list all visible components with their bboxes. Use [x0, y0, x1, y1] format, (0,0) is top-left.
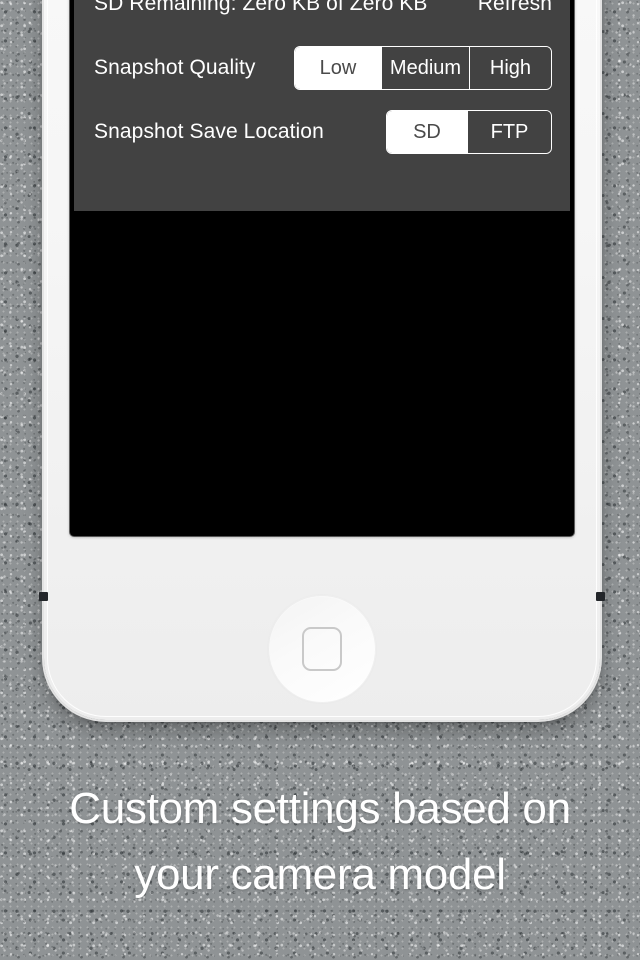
sd-remaining-text: SD Remaining: Zero KB of Zero KB — [94, 0, 428, 15]
sd-remaining-row: SD Remaining: Zero KB of Zero KB Refresh — [74, 0, 570, 37]
refresh-button[interactable]: Refresh — [478, 0, 552, 17]
save-location-option-sd[interactable]: SD — [387, 111, 467, 153]
snapshot-save-location-row: Snapshot Save Location SD FTP — [74, 99, 570, 165]
snapshot-save-location-segmented-control[interactable]: SD FTP — [386, 110, 552, 154]
snapshot-quality-segmented-control[interactable]: Low Medium High — [294, 46, 552, 90]
phone-device: Snapshot Video Record Snapshot In — [39, 0, 605, 720]
save-location-option-ftp[interactable]: FTP — [467, 111, 551, 153]
caption: Custom settings based on your camera mod… — [0, 776, 640, 908]
app-screen-content: Snapshot Video Record Snapshot In — [74, 0, 570, 532]
quality-option-high[interactable]: High — [469, 47, 551, 89]
quality-option-medium[interactable]: Medium — [381, 47, 469, 89]
home-button[interactable] — [268, 595, 376, 703]
snapshot-quality-row: Snapshot Quality Low Medium High — [74, 37, 570, 99]
snapshot-quality-label: Snapshot Quality — [94, 56, 256, 79]
caption-line-1: Custom settings based on — [69, 784, 571, 833]
left-side-button[interactable] — [39, 592, 48, 601]
right-side-button[interactable] — [596, 592, 605, 601]
storage-settings-panel: SD Remaining: Zero KB of Zero KB Refresh… — [74, 0, 570, 211]
home-button-square-icon — [302, 627, 342, 671]
phone-screen: Snapshot Video Record Snapshot In — [70, 0, 574, 536]
caption-line-2: your camera model — [134, 850, 506, 899]
snapshot-save-location-label: Snapshot Save Location — [94, 120, 324, 143]
quality-option-low[interactable]: Low — [295, 47, 381, 89]
